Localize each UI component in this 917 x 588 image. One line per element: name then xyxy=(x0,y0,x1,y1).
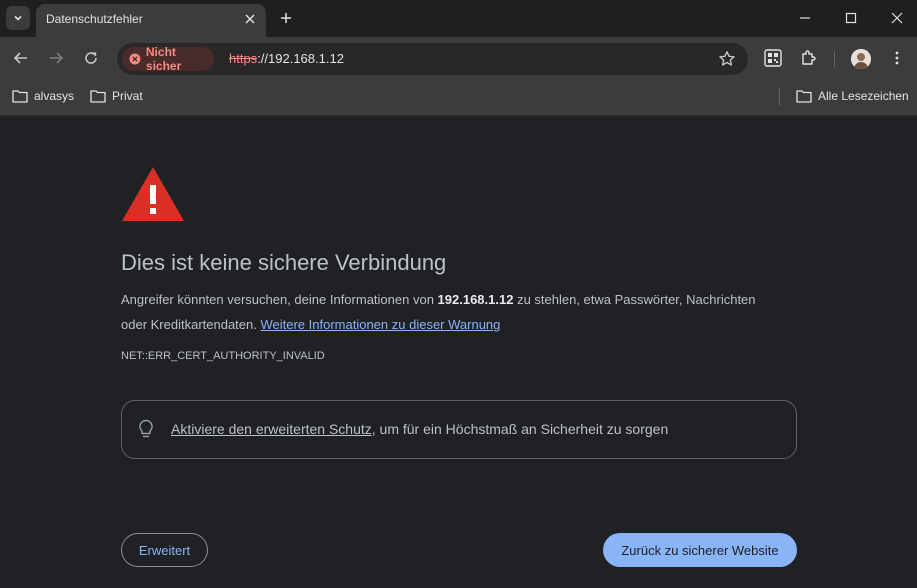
explanation-text: Angreifer könnten versuchen, deine Infor… xyxy=(121,287,761,337)
enhanced-protection-rest: , um für ein Höchstmaß an Sicherheit zu … xyxy=(371,421,669,437)
tab-search-button[interactable] xyxy=(6,6,30,30)
close-window-button[interactable] xyxy=(883,6,911,30)
all-bookmarks-button[interactable]: Alle Lesezeichen xyxy=(796,89,909,103)
host-name: 192.168.1.12 xyxy=(437,292,514,307)
folder-icon xyxy=(12,90,28,103)
url-scheme: https xyxy=(229,51,258,66)
enhanced-protection-box: Aktiviere den erweiterten Schutz, um für… xyxy=(121,400,797,459)
new-tab-button[interactable] xyxy=(276,8,296,28)
qr-code-icon xyxy=(764,49,782,67)
tab-title: Datenschutzfehler xyxy=(46,12,143,26)
url-text[interactable]: https://192.168.1.12 xyxy=(229,51,344,66)
plus-icon xyxy=(281,13,291,23)
security-chip[interactable]: Nicht sicher xyxy=(122,45,214,73)
lightbulb-icon xyxy=(139,419,153,438)
bookmarks-divider xyxy=(779,88,780,106)
minimize-icon xyxy=(800,17,810,19)
forward-button[interactable] xyxy=(44,46,68,70)
advanced-button[interactable]: Erweitert xyxy=(121,533,208,567)
profile-avatar[interactable] xyxy=(851,49,871,69)
arrow-right-icon xyxy=(50,52,64,64)
page-title: Dies ist keine sichere Verbindung xyxy=(121,250,447,275)
toolbar: Nicht sicher https://192.168.1.12 xyxy=(0,37,917,80)
warning-icon xyxy=(122,167,184,221)
menu-button[interactable] xyxy=(885,46,909,70)
not-secure-icon xyxy=(129,53,141,65)
avatar-icon xyxy=(851,49,871,69)
extensions-button[interactable] xyxy=(797,46,821,70)
all-bookmarks-label: Alle Lesezeichen xyxy=(818,89,909,103)
security-chip-label: Nicht sicher xyxy=(145,45,182,73)
bookmark-folder-alvasys[interactable]: alvasys xyxy=(12,89,74,103)
enhanced-protection-text: Aktiviere den erweiterten Schutz, um für… xyxy=(171,421,668,437)
address-bar[interactable]: Nicht sicher https://192.168.1.12 xyxy=(117,43,748,75)
url-host: ://192.168.1.12 xyxy=(257,51,344,66)
error-code: NET::ERR_CERT_AUTHORITY_INVALID xyxy=(121,350,325,362)
reload-button[interactable] xyxy=(79,46,103,70)
bookmark-folder-privat[interactable]: Privat xyxy=(90,89,143,103)
arrow-left-icon xyxy=(13,52,27,64)
folder-icon xyxy=(90,90,106,103)
reload-icon xyxy=(85,52,97,64)
learn-more-link[interactable]: Weitere Informationen zu dieser Warnung xyxy=(260,317,500,332)
bookmark-label: alvasys xyxy=(34,89,75,103)
bookmark-label: Privat xyxy=(112,89,143,103)
close-icon xyxy=(891,12,903,24)
folder-icon xyxy=(796,90,812,103)
maximize-button[interactable] xyxy=(837,6,865,30)
maximize-icon xyxy=(845,12,857,24)
minimize-button[interactable] xyxy=(791,6,819,30)
enhanced-protection-link[interactable]: Aktiviere den erweiterten Schutz xyxy=(171,421,372,437)
back-to-safety-button[interactable]: Zurück zu sicherer Website xyxy=(603,533,797,567)
toolbar-divider xyxy=(834,51,835,67)
tab-close-button[interactable] xyxy=(242,11,258,27)
interstitial-page: Dies ist keine sichere Verbindung Angrei… xyxy=(0,117,917,588)
tab-strip: Datenschutzfehler xyxy=(0,0,917,37)
star-icon[interactable] xyxy=(718,50,736,68)
chevron-down-icon xyxy=(14,15,22,21)
qr-code-button[interactable] xyxy=(761,46,785,70)
tab-active[interactable]: Datenschutzfehler xyxy=(36,4,266,37)
close-icon xyxy=(245,14,255,24)
bookmarks-bar: alvasys Privat Alle Lesezeichen xyxy=(0,80,917,116)
explanation-prefix: Angreifer könnten versuchen, deine Infor… xyxy=(121,292,438,307)
back-button[interactable] xyxy=(9,46,33,70)
more-vert-icon xyxy=(895,51,899,65)
puzzle-icon xyxy=(802,50,816,65)
